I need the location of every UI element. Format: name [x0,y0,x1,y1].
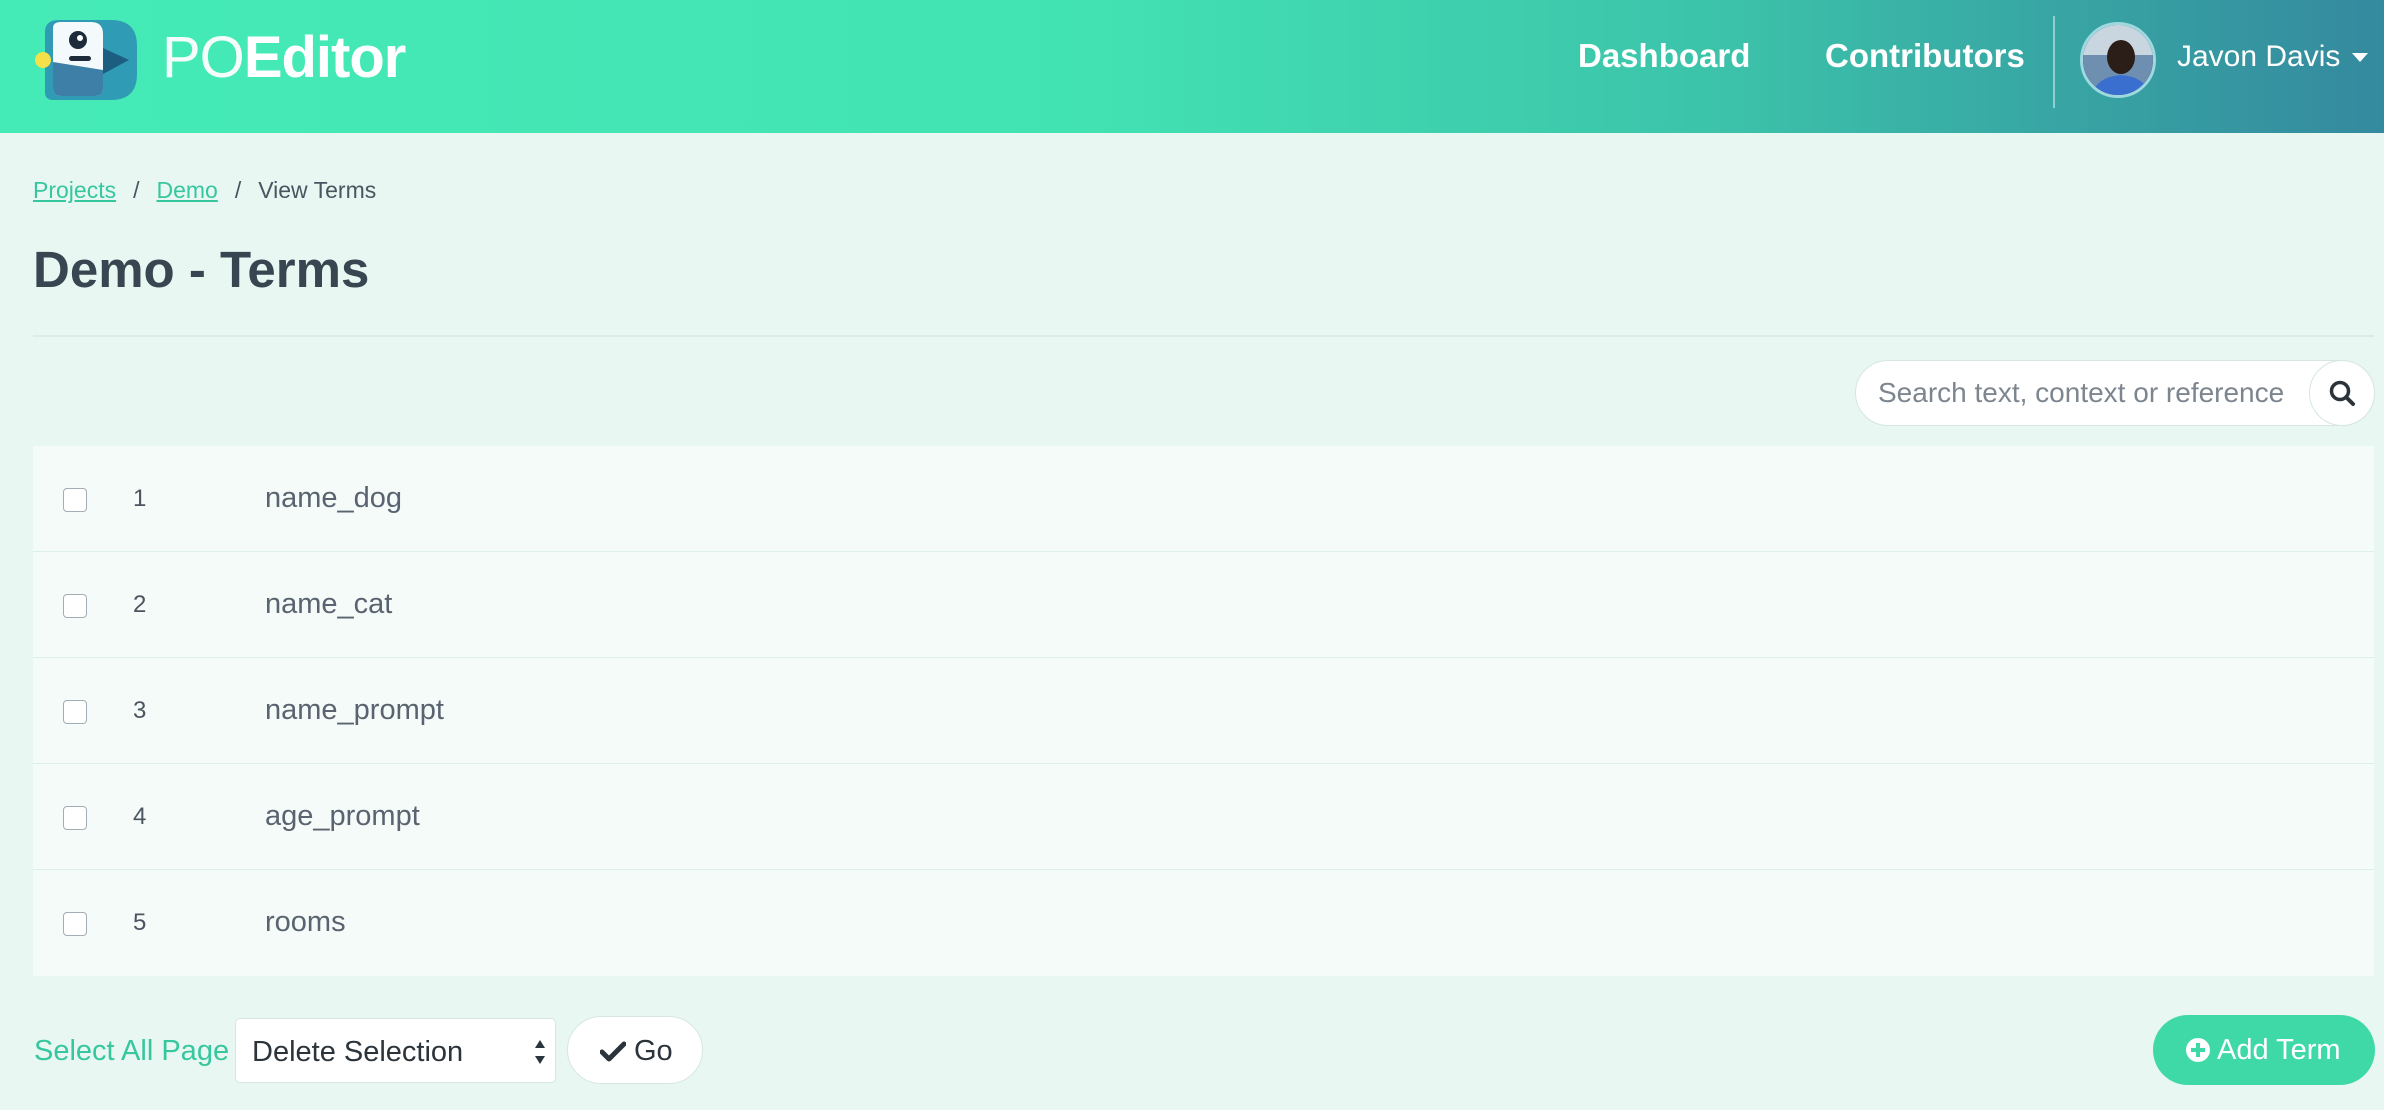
term-name[interactable]: name_prompt [265,693,444,727]
page-title: Demo - Terms [33,241,370,298]
table-row: 2 name_cat [33,552,2374,658]
user-avatar[interactable] [2080,22,2156,98]
row-checkbox[interactable] [63,806,87,830]
row-number: 4 [133,803,147,830]
row-number: 3 [133,697,147,724]
row-checkbox[interactable] [63,700,87,724]
breadcrumb-separator: / [133,177,140,203]
search-icon [2329,380,2355,406]
nav-contributors-link[interactable]: Contributors [1825,36,2025,76]
select-all-page-link[interactable]: Select All Page [34,1034,229,1068]
caret-down-icon[interactable] [2352,53,2368,62]
top-navbar: POEditor Dashboard Contributors Javon Da… [0,0,2384,133]
add-term-label: Add Term [2217,1034,2341,1066]
bulk-action-select[interactable]: Delete Selection [235,1018,556,1083]
term-name[interactable]: name_dog [265,481,402,515]
row-number: 5 [133,909,147,936]
nav-divider [2053,16,2055,108]
breadcrumb-current: View Terms [258,177,377,203]
search-input[interactable] [1878,361,2308,425]
nav-dashboard-link[interactable]: Dashboard [1578,36,1750,76]
term-name[interactable]: rooms [265,905,346,939]
table-row: 5 rooms [33,870,2374,976]
breadcrumb: Projects / Demo / View Terms [33,176,376,204]
add-term-button[interactable]: Add Term [2153,1015,2375,1085]
term-name[interactable]: age_prompt [265,799,420,833]
row-number: 1 [133,485,147,512]
table-row: 3 name_prompt [33,658,2374,764]
row-checkbox[interactable] [63,488,87,512]
row-checkbox[interactable] [63,912,87,936]
brand-name[interactable]: POEditor [162,24,407,92]
breadcrumb-separator: / [234,177,242,203]
search-box [1855,360,2375,426]
go-button[interactable]: Go [567,1016,703,1084]
breadcrumb-projects-link[interactable]: Projects [33,177,116,203]
check-icon [600,1041,626,1062]
brand-suffix: Editor [243,25,407,90]
row-checkbox[interactable] [63,594,87,618]
row-number: 2 [133,591,147,618]
title-divider [33,335,2374,337]
terms-table: 1 name_dog 2 name_cat 3 name_prompt 4 ag… [33,446,2374,976]
table-row: 1 name_dog [33,446,2374,552]
select-arrows-icon [535,1040,545,1064]
breadcrumb-demo-link[interactable]: Demo [156,177,217,203]
bulk-action-value: Delete Selection [252,1036,464,1068]
poeditor-logo-icon[interactable] [33,18,138,102]
go-button-label: Go [634,1035,673,1067]
brand-prefix: PO [162,25,245,90]
search-button[interactable] [2309,360,2375,426]
term-name[interactable]: name_cat [265,587,392,621]
plus-circle-icon [2186,1038,2210,1062]
table-row: 4 age_prompt [33,764,2374,870]
user-menu-name[interactable]: Javon Davis [2177,39,2340,75]
